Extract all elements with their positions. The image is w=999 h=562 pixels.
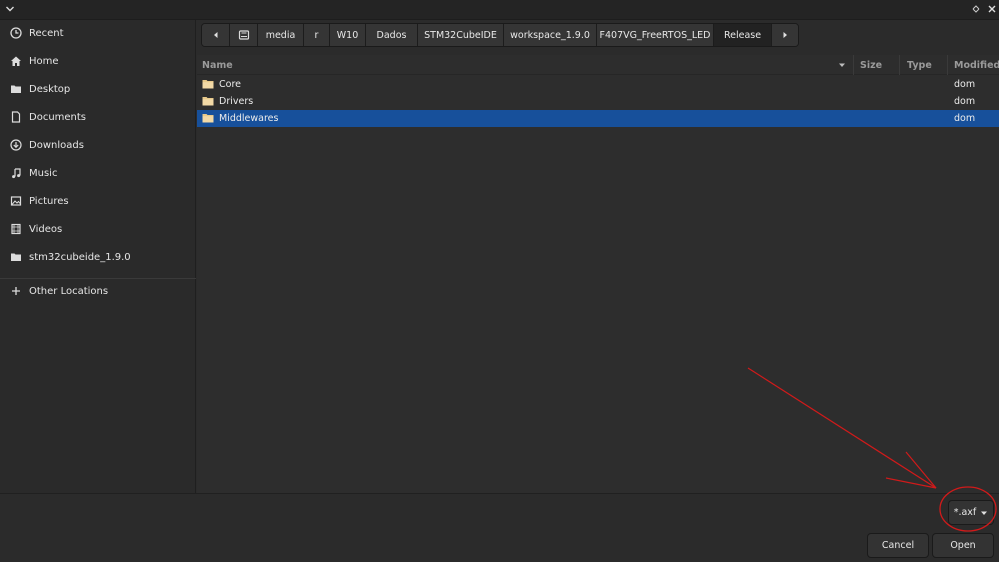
clock-icon [10, 27, 22, 39]
column-header: Name Size Type Modified [197, 55, 999, 75]
file-modified: dom [954, 113, 976, 124]
sidebar-item-documents[interactable]: Documents [0, 104, 196, 130]
path-root-drive[interactable] [230, 24, 258, 46]
sidebar-item-label: Documents [29, 111, 87, 123]
sidebar-item-desktop[interactable]: Desktop [0, 76, 196, 102]
sidebar-item-label: Desktop [29, 83, 71, 95]
column-type[interactable]: Type [907, 55, 932, 75]
videos-icon [10, 223, 22, 235]
cancel-button[interactable]: Cancel [867, 533, 929, 558]
path-back-button[interactable] [202, 24, 230, 46]
folder-icon [10, 251, 22, 263]
home-icon [10, 55, 22, 67]
sidebar-item-stm32cubeide[interactable]: stm32cubeide_1.9.0 [0, 244, 196, 270]
dialog-footer: *.axf Cancel Open [0, 493, 999, 562]
file-list: Name Size Type Modified Core dom Drivers… [197, 55, 999, 493]
sidebar-item-other-locations[interactable]: Other Locations [0, 278, 196, 304]
chevron-left-icon [213, 32, 217, 38]
sidebar-item-music[interactable]: Music [0, 160, 196, 186]
file-row-selected[interactable]: Middlewares dom [197, 110, 999, 127]
drive-icon [238, 30, 249, 40]
sidebar-item-videos[interactable]: Videos [0, 216, 196, 242]
sidebar-item-label: Music [29, 167, 58, 179]
chevron-down-icon[interactable] [4, 3, 16, 15]
folder-icon [202, 80, 214, 89]
path-crumb-current[interactable]: Release [714, 24, 772, 46]
sidebar-item-label: Pictures [29, 195, 69, 207]
file-row[interactable]: Core dom [197, 76, 999, 93]
chevron-right-icon [783, 32, 787, 38]
file-name: Middlewares [219, 113, 279, 124]
column-size[interactable]: Size [860, 55, 882, 75]
file-name: Drivers [219, 96, 254, 107]
folder-icon [202, 97, 214, 106]
folder-icon [202, 114, 214, 123]
pictures-icon [10, 195, 22, 207]
column-divider [853, 55, 854, 75]
download-icon [10, 139, 22, 151]
file-modified: dom [954, 79, 976, 90]
sidebar-item-label: Downloads [29, 139, 84, 151]
column-name[interactable]: Name [202, 55, 233, 75]
file-row[interactable]: Drivers dom [197, 93, 999, 110]
folder-icon [10, 83, 22, 95]
sidebar-item-recent[interactable]: Recent [0, 20, 196, 46]
file-filter-value: *.axf [953, 507, 977, 518]
sidebar-item-downloads[interactable]: Downloads [0, 132, 196, 158]
plus-icon [10, 285, 22, 297]
chevron-down-icon [981, 511, 988, 515]
path-crumb[interactable]: W10 [330, 24, 366, 46]
file-modified: dom [954, 96, 976, 107]
file-filter-dropdown[interactable]: *.axf [948, 500, 994, 525]
sidebar-item-label: Videos [29, 223, 63, 235]
path-forward-button[interactable] [772, 24, 798, 46]
path-crumb[interactable]: Dados [366, 24, 418, 46]
path-crumb[interactable]: F407VG_FreeRTOS_LED [597, 24, 714, 46]
maximize-icon[interactable] [970, 3, 982, 15]
path-crumb[interactable]: STM32CubeIDE [418, 24, 504, 46]
column-divider [899, 55, 900, 75]
sidebar-item-home[interactable]: Home [0, 48, 196, 74]
sidebar-item-label: Recent [29, 27, 64, 39]
column-divider [947, 55, 948, 75]
sidebar-item-label: stm32cubeide_1.9.0 [29, 251, 131, 263]
path-crumb[interactable]: workspace_1.9.0 [504, 24, 597, 46]
places-sidebar: Recent Home Desktop Documents Downloads … [0, 20, 196, 493]
close-icon[interactable] [986, 3, 998, 15]
title-bar [0, 0, 999, 20]
file-name: Core [219, 79, 241, 90]
column-modified[interactable]: Modified [954, 55, 999, 75]
sidebar-item-label: Other Locations [29, 285, 109, 297]
open-button[interactable]: Open [932, 533, 994, 558]
path-crumb[interactable]: r [304, 24, 330, 46]
path-crumb[interactable]: media [258, 24, 304, 46]
path-bar: media r W10 Dados STM32CubeIDE workspace… [201, 23, 799, 47]
music-icon [10, 167, 22, 179]
sidebar-item-pictures[interactable]: Pictures [0, 188, 196, 214]
sort-arrow-icon[interactable] [836, 55, 848, 75]
sidebar-item-label: Home [29, 55, 59, 67]
document-icon [10, 111, 22, 123]
